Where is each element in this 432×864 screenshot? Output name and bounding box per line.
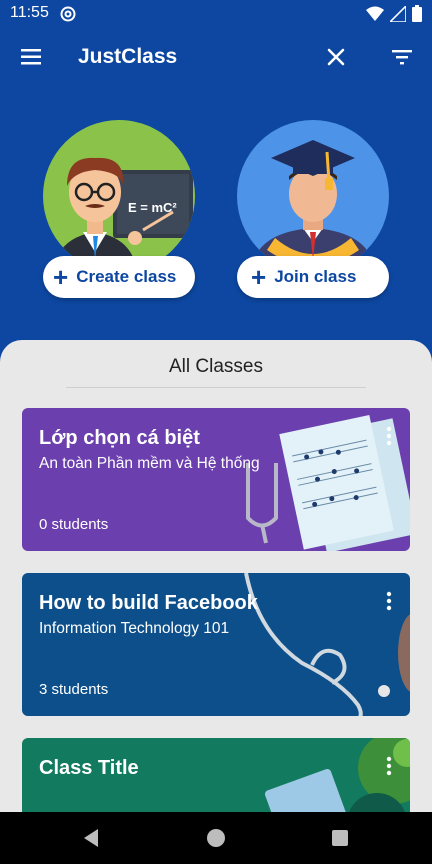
- recents-icon[interactable]: [332, 830, 348, 846]
- app-bar: JustClass: [0, 28, 432, 88]
- wifi-icon: [366, 6, 384, 21]
- plus-icon: +: [53, 262, 69, 292]
- app-title: JustClass: [78, 45, 178, 68]
- section-title: All Classes: [169, 356, 263, 377]
- divider: [66, 387, 366, 388]
- class-card[interactable]: Class Title: [22, 738, 410, 812]
- teacher-illustration[interactable]: E = mC²: [43, 120, 195, 272]
- create-class-label: Create class: [76, 267, 177, 286]
- class-title: How to build Facebook: [39, 592, 258, 614]
- back-icon[interactable]: [82, 828, 100, 848]
- class-card[interactable]: Lớp chọn cá biệt An toàn Phần mềm và Hệ …: [22, 408, 410, 551]
- more-vert-icon[interactable]: [386, 426, 392, 446]
- student-count: 3 students: [39, 681, 109, 698]
- join-class-button[interactable]: + Join class: [237, 256, 389, 298]
- class-subtitle: Information Technology 101: [39, 620, 230, 637]
- status-time: 11:55: [10, 4, 49, 21]
- menu-icon[interactable]: [18, 46, 44, 68]
- home-icon[interactable]: [207, 829, 225, 847]
- more-vert-icon[interactable]: [386, 756, 392, 776]
- system-nav-bar: [0, 812, 432, 864]
- close-icon[interactable]: [325, 46, 347, 68]
- status-bar: 11:55: [0, 0, 432, 28]
- create-class-button[interactable]: + Create class: [43, 256, 195, 298]
- join-class-label: Join class: [274, 267, 357, 286]
- class-title: Lớp chọn cá biệt: [39, 427, 200, 449]
- student-count: 0 students: [39, 516, 109, 533]
- student-illustration[interactable]: [237, 120, 389, 272]
- filter-icon[interactable]: [390, 46, 414, 68]
- battery-icon: [412, 5, 422, 22]
- class-card[interactable]: How to build Facebook Information Techno…: [22, 573, 410, 716]
- plus-icon: +: [251, 262, 267, 292]
- more-vert-icon[interactable]: [386, 591, 392, 611]
- at-sign-icon: [60, 6, 76, 22]
- class-subtitle: An toàn Phần mềm và Hệ thống: [39, 455, 260, 472]
- classes-sheet[interactable]: All Classes Lớp chọn cá biệt An toàn Phầ…: [0, 340, 432, 812]
- signal-icon: [390, 5, 406, 22]
- class-title: Class Title: [39, 757, 139, 779]
- status-icons: [366, 5, 422, 22]
